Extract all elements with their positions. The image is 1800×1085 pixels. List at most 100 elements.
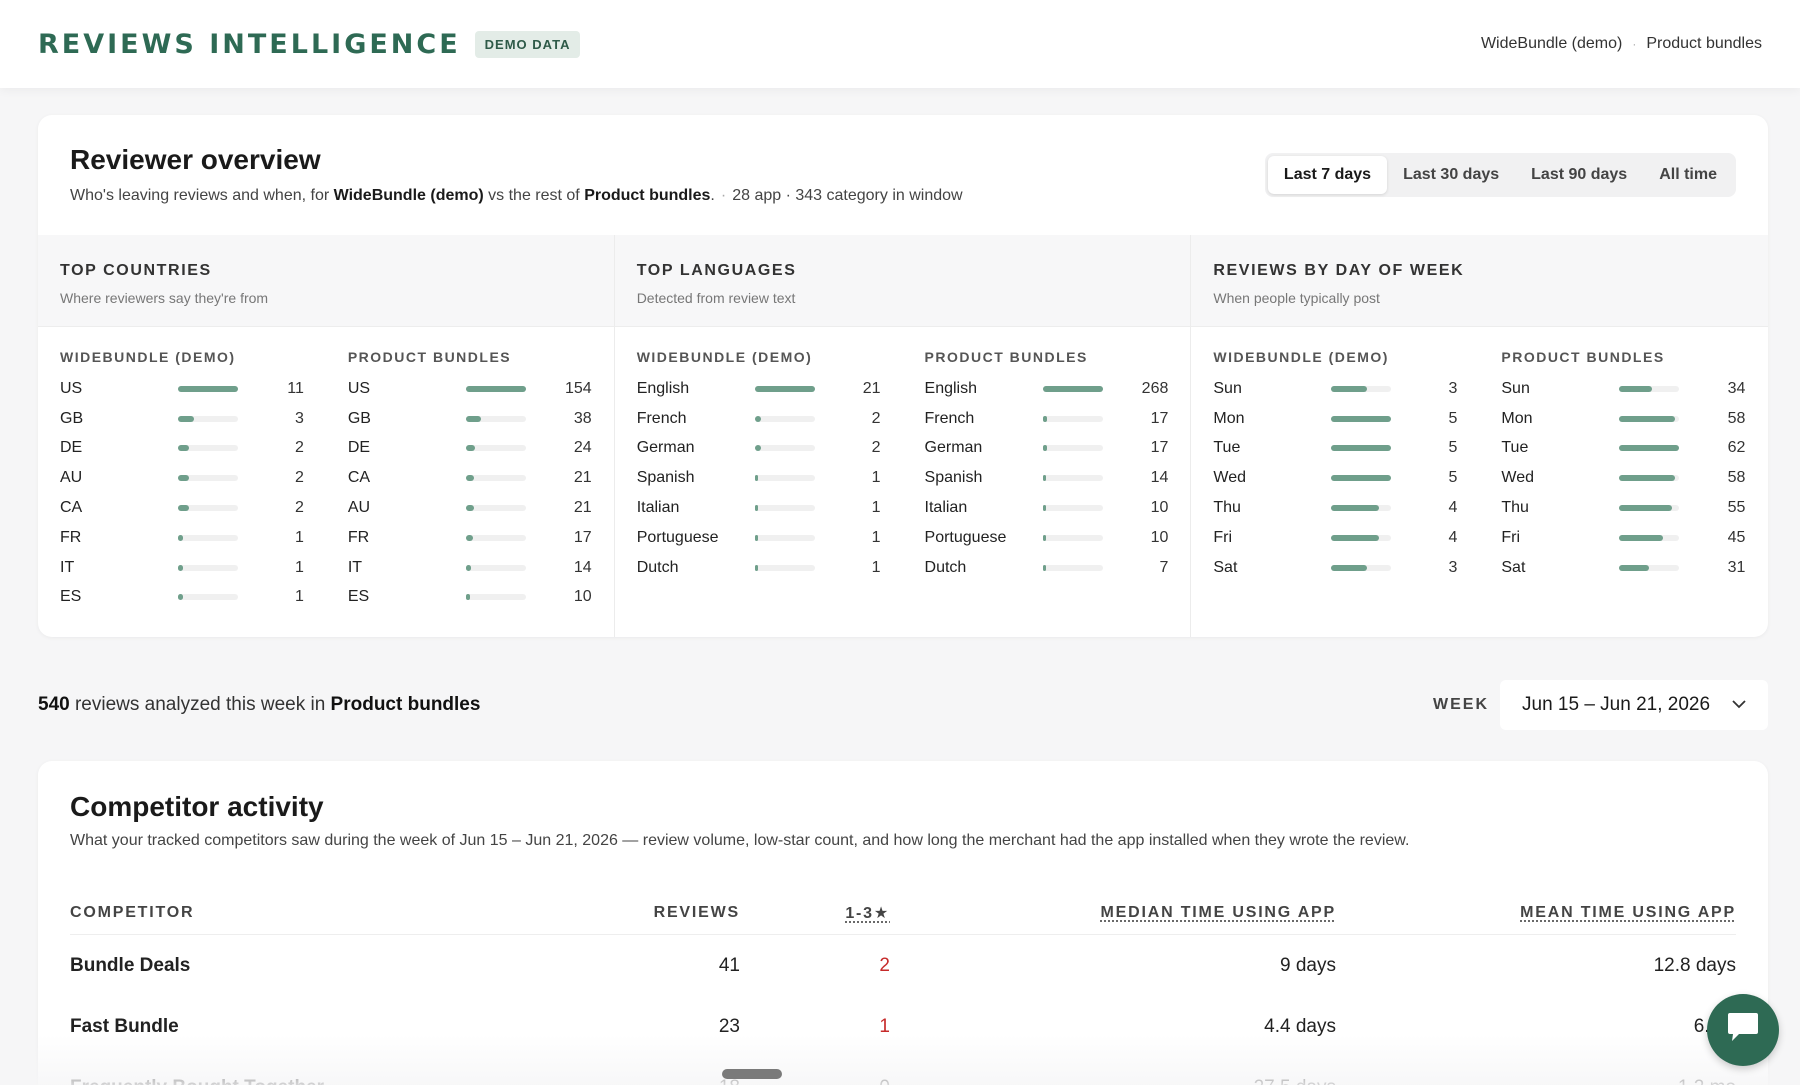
- weekly-summary: 540 reviews analyzed this week in Produc…: [38, 694, 480, 716]
- scroll-handle[interactable]: [722, 1069, 782, 1079]
- distribution-row: Spanish 1: [637, 463, 881, 493]
- bar-track: [754, 564, 815, 571]
- bar-fill: [178, 534, 183, 541]
- bar-fill: [1619, 505, 1673, 512]
- row-value: 10: [1150, 528, 1169, 546]
- competitor-name[interactable]: Bundle Deals: [70, 955, 570, 977]
- chat-button[interactable]: [1707, 994, 1779, 1066]
- distribution-row: Portuguese 1: [637, 523, 881, 553]
- distribution-row: AU 2: [60, 463, 304, 493]
- bar-track: [754, 445, 815, 452]
- section-header: TOP COUNTRIES Where reviewers say they're…: [38, 235, 614, 327]
- row-label: French: [924, 409, 975, 427]
- bar-track: [1042, 534, 1103, 541]
- row-label: Mon: [1501, 409, 1533, 427]
- row-label: English: [636, 379, 690, 397]
- bar-fill: [1331, 505, 1380, 512]
- row-value: 58: [1727, 409, 1746, 427]
- subtitle-separator: ·: [720, 187, 727, 204]
- bar-fill: [1619, 564, 1650, 571]
- row-label: Italian: [924, 499, 968, 517]
- app-name[interactable]: WideBundle (demo): [1481, 35, 1622, 53]
- column-header-mean-time[interactable]: MEAN TIME USING APP: [1520, 904, 1736, 921]
- bar-track: [754, 534, 815, 541]
- bar-track: [1042, 385, 1103, 392]
- chevron-down-icon: [1732, 696, 1746, 714]
- distribution-row: DE 24: [348, 434, 592, 464]
- range-tab[interactable]: Last 30 days: [1387, 156, 1515, 194]
- bar-fill: [178, 445, 189, 452]
- bar-track: [465, 475, 526, 482]
- range-tab[interactable]: Last 90 days: [1515, 156, 1643, 194]
- bar-fill: [754, 445, 761, 452]
- context-breadcrumb: WideBundle (demo) · Product bundles: [1481, 35, 1762, 53]
- row-value: 1: [294, 588, 304, 606]
- row-label: Sun: [1501, 379, 1530, 397]
- range-tab[interactable]: Last 7 days: [1267, 156, 1388, 194]
- column-label: PRODUCT BUNDLES: [924, 349, 1088, 365]
- column-header-median-time[interactable]: MEDIAN TIME USING APP: [1101, 904, 1336, 921]
- bar-fill: [465, 594, 470, 601]
- range-tab[interactable]: All time: [1643, 156, 1733, 194]
- bar-fill: [1619, 415, 1676, 422]
- row-label: AU: [347, 499, 371, 517]
- row-value: 62: [1727, 439, 1746, 457]
- bar-fill: [178, 475, 189, 482]
- bar-fill: [465, 385, 526, 392]
- app-logo[interactable]: REVIEWS INTELLIGENCE: [38, 29, 461, 60]
- bar-fill: [1042, 475, 1046, 482]
- section-header: TOP LANGUAGES Detected from review text: [614, 235, 1191, 327]
- distribution-row: Portuguese 10: [925, 523, 1169, 553]
- table-row[interactable]: Bundle Deals 41 2 9 days 12.8 days: [70, 935, 1736, 996]
- subtitle-app: WideBundle (demo): [333, 187, 484, 204]
- subtitle-category: Product bundles: [584, 187, 711, 204]
- bar-track: [1619, 445, 1680, 452]
- row-value: 1: [294, 558, 304, 576]
- row-label: ES: [347, 588, 370, 606]
- column-header-competitor[interactable]: COMPETITOR: [70, 904, 570, 922]
- column-header-reviews[interactable]: REVIEWS: [570, 904, 740, 922]
- row-label: DE: [347, 439, 371, 457]
- bar-fill: [178, 594, 183, 601]
- distribution-row: English 268: [925, 374, 1169, 404]
- bar-fill: [1042, 505, 1046, 512]
- distribution-row: English 21: [637, 374, 881, 404]
- column-header-low-stars[interactable]: 1-3★: [845, 905, 890, 922]
- distribution-row: Dutch 7: [925, 553, 1169, 583]
- distribution-row: Thu 55: [1501, 493, 1745, 523]
- bar-track: [1331, 385, 1392, 392]
- row-label: IT: [60, 558, 75, 576]
- distribution-row: Italian 10: [925, 493, 1169, 523]
- row-label: German: [636, 439, 695, 457]
- bar-track: [178, 385, 238, 392]
- bar-fill: [465, 415, 481, 422]
- window-counts: 28 app · 343 category in window: [732, 187, 963, 204]
- section-title: REVIEWS BY DAY OF WEEK: [1213, 262, 1465, 279]
- card-title: Competitor activity: [70, 791, 324, 822]
- row-label: Spanish: [636, 469, 695, 487]
- row-label: Fri: [1213, 528, 1233, 546]
- bar-fill: [754, 534, 758, 541]
- chat-icon: [1723, 1010, 1763, 1051]
- distribution-row: Wed 5: [1213, 463, 1457, 493]
- week-select[interactable]: Jun 15 – Jun 21, 2026: [1500, 680, 1768, 730]
- median-time-cell: 9 days: [1280, 954, 1336, 976]
- row-value: 3: [1448, 379, 1458, 397]
- bar-track: [465, 534, 526, 541]
- card-title: Reviewer overview: [70, 144, 321, 175]
- distribution-row: French 2: [637, 404, 881, 434]
- row-label: FR: [60, 528, 82, 546]
- row-value: 11: [287, 379, 304, 397]
- distribution-row: US 11: [60, 374, 304, 404]
- bar-fill: [1042, 445, 1047, 452]
- summary-text: reviews analyzed this week in: [69, 694, 331, 715]
- low-star-count-cell: 2: [879, 954, 890, 976]
- section-body: WIDEBUNDLE (DEMO) Sun 3 Mon 5 Tue 5 Wed 5 Thu 4 Fri…: [1191, 327, 1768, 583]
- row-value: 268: [1141, 379, 1169, 397]
- category-name[interactable]: Product bundles: [1646, 35, 1762, 53]
- subtitle-text: vs the rest of: [483, 187, 585, 204]
- bar-fill: [754, 415, 761, 422]
- row-value: 21: [573, 469, 592, 487]
- distribution-row: German 2: [637, 434, 881, 464]
- row-label: Mon: [1213, 409, 1245, 427]
